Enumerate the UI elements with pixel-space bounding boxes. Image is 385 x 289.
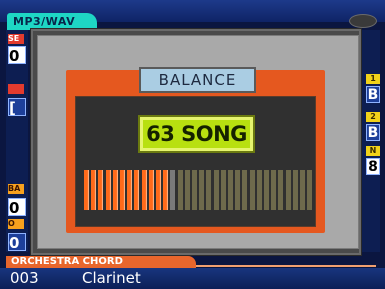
right-tag-1: 1 (366, 74, 380, 84)
meter-segment-song (163, 170, 169, 210)
meter-segment-song (134, 170, 140, 210)
meter-segment-off (264, 170, 269, 210)
meter-segment-center (170, 170, 176, 210)
voice-category-divider (196, 265, 376, 267)
meter-segment-off (184, 170, 190, 210)
left-tag-ba: BA (8, 184, 24, 194)
meter-segment-song (141, 170, 147, 210)
meter-segment-off (228, 170, 233, 210)
meter-segment-off (235, 170, 241, 210)
left-tag-1 (8, 84, 24, 94)
meter-segment-song (120, 170, 125, 210)
meter-segment-off (285, 170, 291, 210)
meter-segment-song (84, 170, 89, 210)
meter-segment-off (220, 170, 226, 210)
right-tag-2: 2 (366, 112, 380, 122)
meter-segment-off (199, 170, 205, 210)
meter-segment-off (300, 170, 305, 210)
right-value-1[interactable]: B (366, 86, 380, 103)
right-value-3[interactable]: 8 (366, 158, 380, 175)
meter-segment-song (127, 170, 133, 210)
meter-segment-off (242, 170, 248, 210)
meter-segment-off (271, 170, 277, 210)
meter-segment-off (278, 170, 284, 210)
left-value-1[interactable]: [ (8, 98, 26, 116)
balance-value-display: 63 SONG (138, 115, 255, 153)
meter-segment-off (249, 170, 255, 210)
left-value-2[interactable]: 0 (8, 198, 26, 216)
meter-segment-off (192, 170, 197, 210)
meter-segment-song (105, 170, 111, 210)
meter-segment-off (256, 170, 262, 210)
right-tag-n: N (366, 146, 380, 156)
left-value-3[interactable]: 0 (8, 233, 26, 251)
meter-segment-off (213, 170, 219, 210)
right-value-2[interactable]: B (366, 124, 380, 141)
left-tag-o: O (8, 219, 24, 229)
meter-segment-song (98, 170, 104, 210)
meter-segment-song (156, 170, 161, 210)
meter-segment-song (91, 170, 97, 210)
dialog-title: BALANCE (139, 67, 256, 93)
meter-segment-off (206, 170, 212, 210)
voice-category-label: ORCHESTRA CHORD (6, 256, 196, 268)
balance-meter[interactable] (84, 170, 324, 210)
voice-number: 003 (10, 269, 39, 287)
meter-segment-off (292, 170, 298, 210)
left-value-0[interactable]: 0 (8, 46, 26, 64)
left-tag-se: SE (8, 34, 24, 44)
voice-name: Clarinet (82, 269, 141, 287)
voice-row[interactable]: 003 Clarinet (0, 268, 385, 289)
meter-segment-off (307, 170, 313, 210)
meter-segment-song (148, 170, 154, 210)
meter-segment-song (112, 170, 118, 210)
meter-segment-off (177, 170, 183, 210)
device-indicator-icon (349, 14, 377, 28)
